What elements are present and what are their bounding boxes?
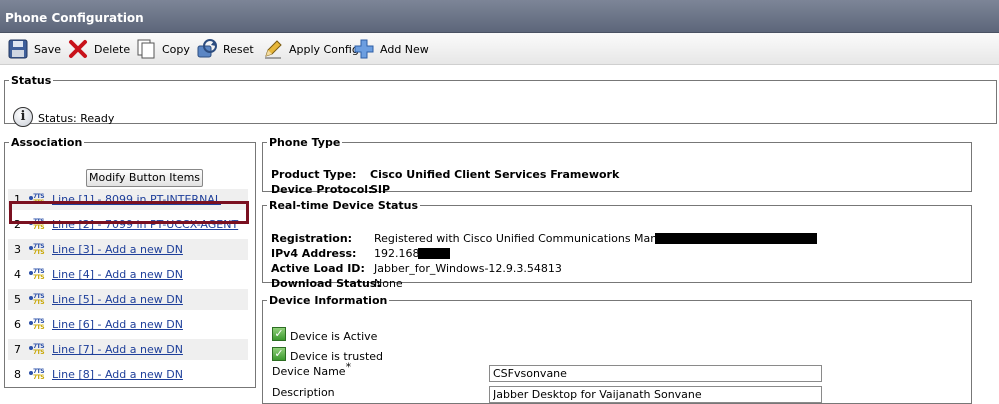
realtime-legend: Real-time Device Status xyxy=(269,199,419,212)
line-row-3: 3 7TS 7TS Line [3] - Add a new DN xyxy=(8,239,248,260)
status-legend: Status xyxy=(11,74,52,87)
line-link-6[interactable]: Line [6] - Add a new DN xyxy=(52,318,183,331)
pencil-icon xyxy=(265,40,282,59)
info-icon: i xyxy=(13,107,33,127)
device-active-checkbox[interactable]: ✓ xyxy=(272,327,286,341)
active-load-value: Jabber_for_Windows-12.9.3.54813 xyxy=(374,262,562,275)
line-link-4[interactable]: Line [4] - Add a new DN xyxy=(52,268,183,281)
delete-button[interactable]: Delete xyxy=(67,37,130,61)
delete-label: Delete xyxy=(94,42,131,56)
download-status-label: Download Status: xyxy=(271,277,381,290)
line-link-5[interactable]: Line [5] - Add a new DN xyxy=(52,293,183,306)
line-icon: 7TS 7TS xyxy=(28,243,50,257)
line-row-8: 8 7TS 7TS Line [8] - Add a new DN xyxy=(8,364,248,385)
toolbar: Save Delete Copy Reset Apply Config Add … xyxy=(0,33,999,65)
copy-label: Copy xyxy=(162,42,190,56)
product-type-value: Cisco Unified Client Services Framework xyxy=(370,168,620,181)
apply-config-label: Apply Config xyxy=(289,42,359,56)
add-new-label: Add New xyxy=(380,42,429,56)
modify-button-items-button[interactable]: Modify Button Items xyxy=(86,169,203,187)
reset-button[interactable]: Reset xyxy=(196,37,254,61)
download-status-value: None xyxy=(374,277,403,290)
line-row-4: 4 7TS 7TS Line [4] - Add a new DN xyxy=(8,264,248,285)
line-number: 8 xyxy=(14,368,21,381)
status-section: Status i Status: Ready xyxy=(4,74,997,127)
device-name-input[interactable] xyxy=(489,365,822,382)
device-trusted-checkbox[interactable]: ✓ xyxy=(272,347,286,361)
page-title: Phone Configuration xyxy=(5,11,144,25)
redaction-bar xyxy=(418,248,450,259)
device-protocol-value: SIP xyxy=(370,183,391,196)
copy-button[interactable]: Copy xyxy=(135,37,190,61)
line-icon: 7TS 7TS xyxy=(28,343,50,357)
association-legend: Association xyxy=(11,136,83,149)
selected-line-highlight xyxy=(9,201,249,224)
device-info-legend: Device Information xyxy=(269,294,388,307)
apply-config-button[interactable]: Apply Config xyxy=(262,37,359,61)
line-icon: 7TS 7TS xyxy=(28,268,50,282)
title-bar: Phone Configuration xyxy=(0,0,999,33)
line-number: 6 xyxy=(14,318,21,331)
device-active-label: Device is Active xyxy=(290,330,378,343)
active-load-label: Active Load ID: xyxy=(271,262,365,275)
save-button[interactable]: Save xyxy=(7,37,61,61)
add-new-button[interactable]: Add New xyxy=(353,37,429,61)
line-icon: 7TS 7TS xyxy=(28,368,50,382)
description-input[interactable] xyxy=(489,386,822,403)
product-type-label: Product Type: xyxy=(271,168,357,181)
line-number: 5 xyxy=(14,293,21,306)
required-asterisk: * xyxy=(345,360,352,374)
line-row-5: 5 7TS 7TS Line [5] - Add a new DN xyxy=(8,289,248,310)
line-icon: 7TS 7TS xyxy=(28,293,50,307)
device-name-label: Device Name* xyxy=(272,360,352,378)
reset-label: Reset xyxy=(223,42,254,56)
line-row-7: 7 7TS 7TS Line [7] - Add a new DN xyxy=(8,339,248,360)
association-section: Association Modify Button Items 1 7TS 7TS… xyxy=(4,136,256,388)
line-number: 7 xyxy=(14,343,21,356)
floppy-disk-icon xyxy=(8,39,28,59)
redaction-bar xyxy=(655,233,817,244)
red-x-icon xyxy=(69,40,87,58)
line-link-3[interactable]: Line [3] - Add a new DN xyxy=(52,243,183,256)
ipv4-label: IPv4 Address: xyxy=(271,247,357,260)
copy-icon xyxy=(137,39,155,59)
registration-label: Registration: xyxy=(271,232,353,245)
line-number: 4 xyxy=(14,268,21,281)
plus-icon xyxy=(354,39,374,59)
line-link-8[interactable]: Line [8] - Add a new DN xyxy=(52,368,183,381)
registration-value: Registered with Cisco Unified Communicat… xyxy=(374,232,683,245)
line-icon: 7TS 7TS xyxy=(28,318,50,332)
realtime-status-section: Real-time Device Status Registration: Re… xyxy=(262,199,972,290)
line-row-6: 6 7TS 7TS Line [6] - Add a new DN xyxy=(8,314,248,335)
line-link-7[interactable]: Line [7] - Add a new DN xyxy=(52,343,183,356)
device-information-section: Device Information ✓ Device is Active ✓ … xyxy=(262,294,972,404)
device-protocol-label: Device Protocol: xyxy=(271,183,373,196)
ipv4-value: 192.168. xyxy=(374,247,423,260)
phone-type-legend: Phone Type xyxy=(269,136,341,149)
phone-type-section: Phone Type Product Type: Cisco Unified C… xyxy=(262,136,972,196)
reset-icon xyxy=(197,39,217,58)
save-label: Save xyxy=(34,42,62,56)
device-trusted-label: Device is trusted xyxy=(290,350,384,363)
line-number: 3 xyxy=(14,243,21,256)
status-text: Status: Ready xyxy=(38,112,115,125)
